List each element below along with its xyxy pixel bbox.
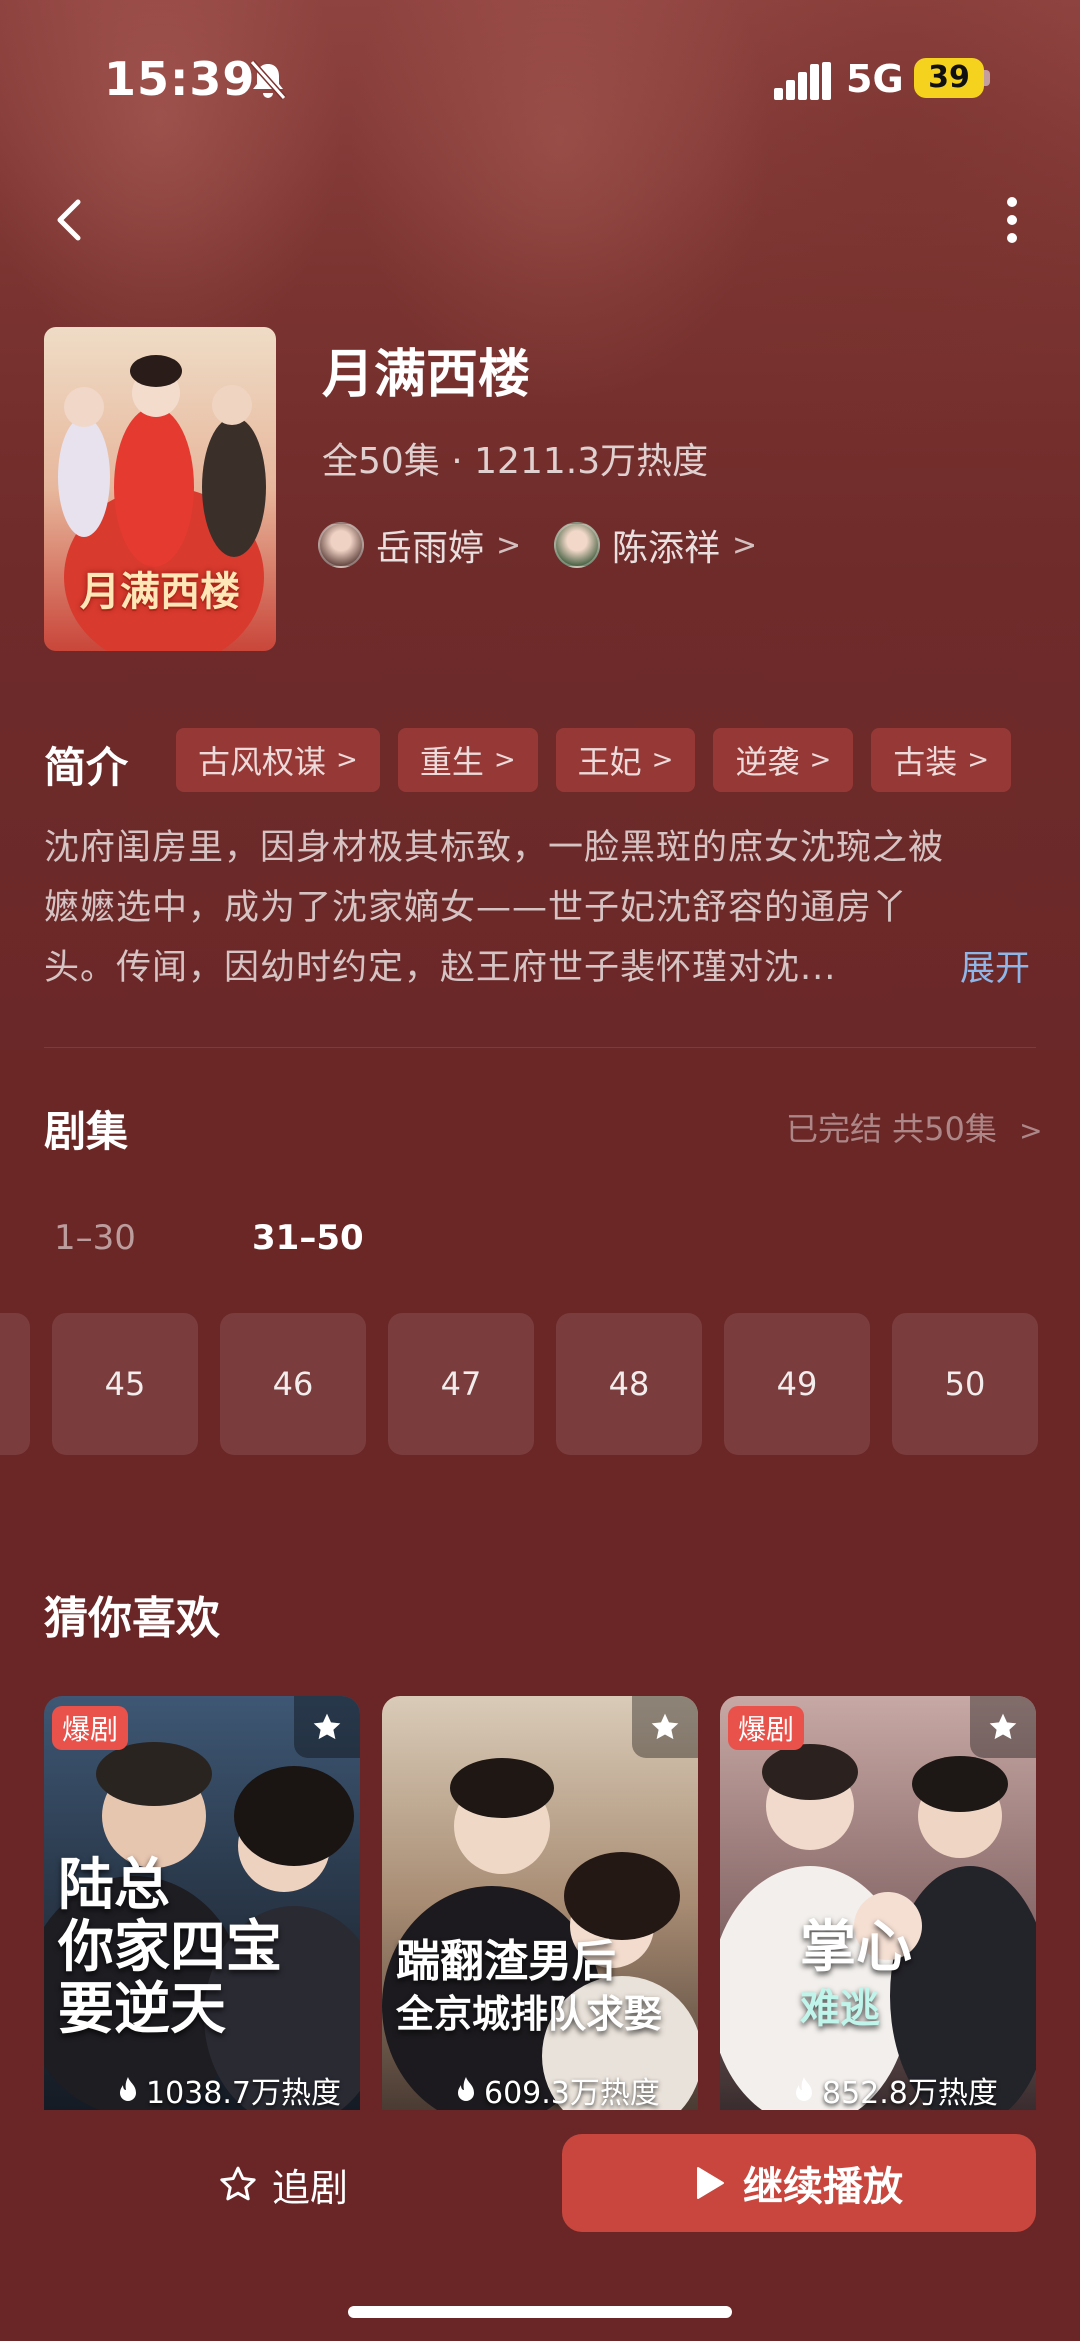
card-title: 踹翻渣男后 全京城排队求娶 (396, 1936, 663, 2036)
flame-icon (458, 2077, 474, 2101)
play-icon (697, 2167, 724, 2199)
drama-meta: 全50集 · 1211.3万热度 (322, 441, 709, 482)
card-title: 掌心 难逃 (800, 1914, 912, 2032)
actor-link-1[interactable]: 岳雨婷 > (318, 518, 521, 572)
tag-label: 重生 (419, 743, 484, 781)
continue-play-button[interactable]: 继续播放 (562, 2134, 1036, 2232)
card-heat-label: 852.8万热度 (822, 2076, 998, 2110)
favorite-star-icon[interactable] (632, 1696, 698, 1758)
flame-icon (796, 2077, 812, 2101)
episode-row: 45 46 47 48 49 50 (0, 1313, 1080, 1455)
expand-button[interactable]: 展开 (960, 940, 1030, 991)
network-type: 5G (846, 57, 904, 101)
poster-title: 月满西楼 (80, 568, 240, 615)
card-heat: 1038.7万热度 (116, 2068, 341, 2110)
favorite-star-icon[interactable] (970, 1696, 1036, 1758)
tag-chip[interactable]: 王妃 > (555, 728, 696, 792)
episode-button[interactable]: 48 (556, 1313, 702, 1455)
tag-list: 古风权谋 > 重生 > 王妃 > 逆袭 > 古装 > (176, 728, 1012, 792)
episode-button[interactable] (0, 1313, 30, 1455)
tag-label: 古风权谋 (198, 743, 327, 781)
chevron-right-icon: > (809, 745, 832, 775)
signal-icon (774, 62, 831, 100)
tag-chip[interactable]: 古风权谋 > (176, 728, 380, 792)
tag-chip[interactable]: 古装 > (871, 728, 1012, 792)
card-heat: 852.8万热度 (792, 2068, 998, 2110)
episode-button[interactable]: 47 (388, 1313, 534, 1455)
range-tab-2[interactable]: 31–50 (252, 1218, 364, 1258)
synopsis-heading: 简介 (44, 743, 129, 792)
status-time: 15:39 (104, 52, 256, 106)
chevron-right-icon: > (732, 527, 758, 563)
more-icon[interactable] (996, 190, 1028, 250)
status-bar: 15:39 5G 39 (0, 0, 1080, 150)
follow-button[interactable]: 追剧 (218, 2152, 348, 2216)
actor-name: 陈添祥 (612, 528, 721, 569)
hot-badge: 爆剧 (728, 1706, 805, 1750)
star-outline-icon (220, 2166, 256, 2201)
drama-title: 月满西楼 (322, 345, 531, 405)
card-art (382, 1696, 698, 2110)
chevron-right-icon: > (493, 745, 516, 775)
flame-icon (120, 2077, 136, 2101)
tag-label: 古装 (893, 743, 958, 781)
actor-avatar (554, 522, 600, 568)
episode-button[interactable]: 49 (724, 1313, 870, 1455)
battery-cap (984, 70, 990, 86)
hot-badge: 爆剧 (52, 1706, 129, 1750)
tag-chip[interactable]: 逆袭 > (713, 728, 854, 792)
episodes-status: 已完结 共50集 (786, 1110, 997, 1148)
actor-name: 岳雨婷 (376, 528, 485, 569)
chevron-right-icon: > (651, 745, 674, 775)
chevron-right-icon: > (967, 745, 990, 775)
tag-chip[interactable]: 重生 > (397, 728, 538, 792)
card-art (720, 1696, 1036, 2110)
home-indicator[interactable] (348, 2306, 732, 2318)
synopsis-text: 沈府闺房里，因身材极其标致，一脸黑斑的庶女沈琬之被 嬷嬷选中，成为了沈家嫡女——… (44, 818, 1014, 998)
synopsis-line: 嬷嬷选中，成为了沈家嫡女——世子妃沈舒容的通房丫 (44, 888, 909, 928)
battery-indicator: 39 (914, 58, 984, 98)
recommendation-card[interactable]: 爆剧 陆总 你家四宝 要逆天 1038.7万热度 (44, 1696, 360, 2110)
drama-poster: 月满西楼 (44, 327, 276, 651)
synopsis-line: 沈府闺房里，因身材极其标致，一脸黑斑的庶女沈琬之被 (44, 828, 945, 868)
chevron-right-icon: > (336, 745, 358, 775)
recommendation-card[interactable]: 爆剧 掌心 难逃 852.8万热度 (720, 1696, 1036, 2110)
range-tab-1[interactable]: 1–30 (54, 1218, 136, 1258)
episodes-status-link[interactable]: 已完结 共50集 > (786, 1104, 1043, 1150)
follow-label: 追剧 (272, 2165, 349, 2210)
tag-label: 逆袭 (735, 743, 800, 781)
mute-bell-icon (249, 60, 287, 100)
back-icon[interactable] (48, 190, 94, 250)
synopsis-line: 头。传闻，因幼时约定，赵王府世子裴怀瑾对沈... (44, 948, 837, 988)
card-heat: 609.3万热度 (454, 2068, 660, 2110)
actor-link-2[interactable]: 陈添祥 > (554, 518, 757, 572)
favorite-star-icon[interactable] (294, 1696, 360, 1758)
episode-button[interactable]: 50 (892, 1313, 1038, 1455)
play-label: 继续播放 (743, 2164, 903, 2210)
episode-button[interactable]: 46 (220, 1313, 366, 1455)
chevron-right-icon: > (1019, 1114, 1043, 1147)
episodes-heading: 剧集 (44, 1107, 129, 1156)
tag-label: 王妃 (577, 743, 642, 781)
divider (44, 1047, 1036, 1048)
card-heat-label: 1038.7万热度 (146, 2076, 341, 2110)
card-heat-label: 609.3万热度 (484, 2076, 660, 2110)
recommendations-heading: 猜你喜欢 (44, 1593, 220, 1644)
recommendation-card[interactable]: 踹翻渣男后 全京城排队求娶 609.3万热度 (382, 1696, 698, 2110)
chevron-right-icon: > (496, 527, 522, 563)
actor-avatar (318, 522, 364, 568)
episode-button[interactable]: 45 (52, 1313, 198, 1455)
card-title: 陆总 你家四宝 要逆天 (58, 1852, 282, 2042)
